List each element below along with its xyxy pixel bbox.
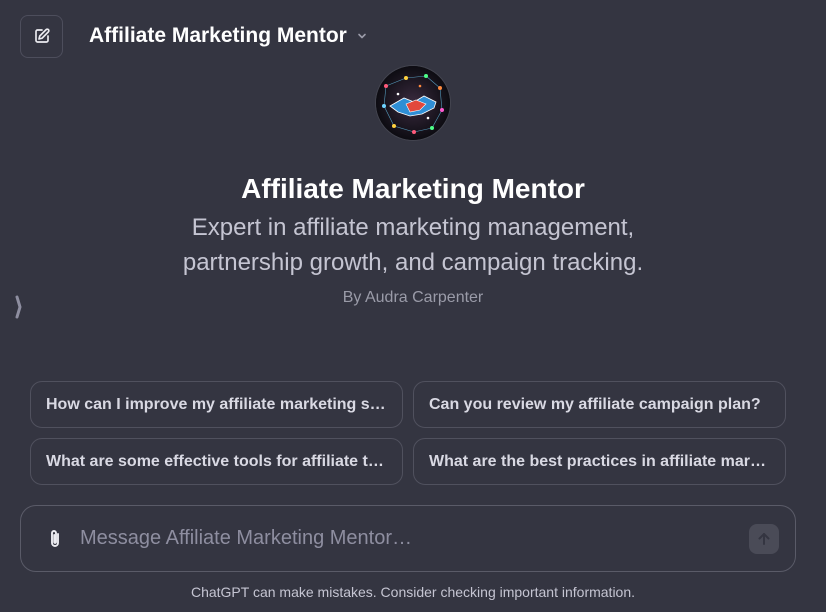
conversation-starters: How can I improve my affiliate marketing… — [30, 381, 786, 485]
gpt-name: Affiliate Marketing Mentor — [241, 173, 585, 204]
starter-label: What are some effective tools for affili… — [46, 452, 387, 470]
starter-label: What are the best practices in affiliate… — [429, 452, 770, 470]
gpt-avatar — [376, 66, 450, 140]
gpt-author: By Audra Carpenter — [342, 289, 484, 306]
starter-button[interactable]: How can I improve my affiliate marketing… — [30, 381, 403, 428]
handshake-network-avatar — [376, 66, 450, 140]
new-chat-button[interactable] — [20, 14, 63, 58]
gpt-description: Expert in affiliate marketing management… — [182, 214, 644, 276]
starter-button[interactable]: What are the best practices in affiliate… — [413, 438, 786, 485]
starter-label: How can I improve my affiliate marketing… — [46, 395, 387, 413]
attach-button[interactable] — [44, 526, 66, 552]
disclaimer-text: ChatGPT can make mistakes. Consider chec… — [190, 584, 636, 600]
edit-square-icon — [34, 28, 50, 43]
top-bar: Affiliate Marketing Mentor — [20, 14, 367, 58]
arrow-up-icon — [758, 532, 770, 545]
model-name: Affiliate Marketing Mentor — [89, 24, 347, 47]
paperclip-icon — [51, 529, 59, 547]
message-input[interactable] — [78, 526, 749, 551]
chevron-down-icon — [358, 33, 366, 39]
send-button[interactable] — [749, 523, 779, 554]
starter-label: Can you review my affiliate campaign pla… — [429, 395, 761, 413]
message-composer — [20, 505, 796, 572]
starter-button[interactable]: Can you review my affiliate campaign pla… — [413, 381, 786, 428]
model-selector-dropdown[interactable]: Affiliate Marketing Mentor — [89, 24, 367, 48]
starter-button[interactable]: What are some effective tools for affili… — [30, 438, 403, 485]
gpt-intro: Affiliate Marketing Mentor Expert in aff… — [0, 66, 826, 307]
